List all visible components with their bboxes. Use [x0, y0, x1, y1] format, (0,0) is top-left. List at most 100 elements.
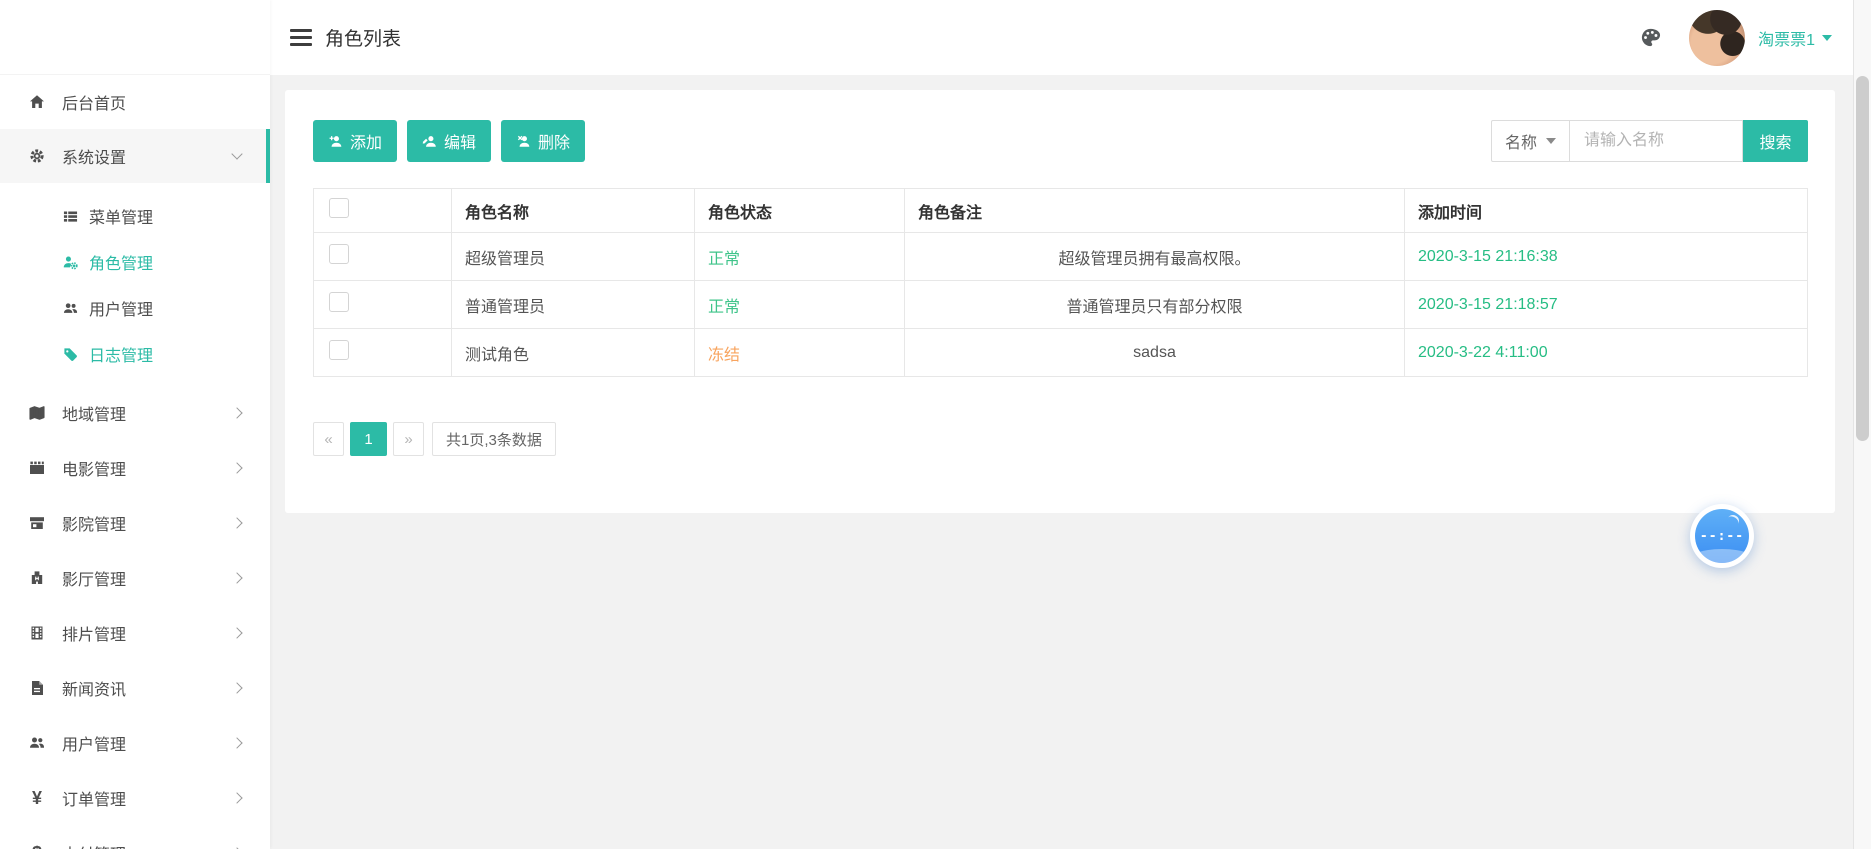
map-icon: [28, 404, 46, 422]
sidebar-item-schedule-mgmt[interactable]: 排片管理: [0, 605, 270, 660]
sidebar-submenu-system: 菜单管理 角色管理 用户管理 日志管理: [0, 183, 270, 385]
page-1-button[interactable]: 1: [350, 422, 387, 456]
sidebar-item-order-mgmt[interactable]: ¥ 订单管理: [0, 770, 270, 825]
sidebar-item-role-mgmt[interactable]: 角色管理: [0, 239, 270, 285]
user-gear-icon: [62, 254, 78, 270]
sidebar-item-news[interactable]: 新闻资讯: [0, 660, 270, 715]
sidebar-item-label: 系统设置: [62, 144, 126, 168]
users-icon: [28, 734, 46, 752]
sidebar-item-region-mgmt[interactable]: 地域管理: [0, 385, 270, 440]
role-name-cell: 超级管理员: [452, 233, 695, 281]
yen-icon: ¥: [28, 789, 46, 807]
caret-down-icon: [1546, 138, 1556, 144]
sidebar-item-cinema-mgmt[interactable]: 影院管理: [0, 495, 270, 550]
role-table: 角色名称 角色状态 角色备注 添加时间 超级管理员 正常 超级管理员拥有最高权限…: [313, 188, 1808, 377]
sidebar-item-user-mgmt-sub[interactable]: 用户管理: [0, 285, 270, 331]
sidebar-item-payment-mgmt[interactable]: $ 支付管理: [0, 825, 270, 849]
list-icon: [62, 208, 78, 224]
sidebar-item-label: 角色管理: [89, 250, 153, 274]
add-button-label: 添加: [350, 129, 382, 153]
sidebar-item-movie-mgmt[interactable]: 电影管理: [0, 440, 270, 495]
document-icon: [28, 679, 46, 697]
sidebar-item-label: 排片管理: [62, 621, 126, 645]
column-header-remark: 角色备注: [905, 189, 1405, 233]
row-checkbox[interactable]: [329, 340, 349, 360]
clock-arc-decoration: [1725, 513, 1742, 530]
storefront-icon: [28, 514, 46, 532]
page-scrollbar: [1853, 0, 1871, 849]
chevron-right-icon: [231, 407, 242, 418]
search-button[interactable]: 搜索: [1743, 120, 1808, 162]
chevron-right-icon: [231, 462, 242, 473]
user-dropdown[interactable]: 淘票票1: [1758, 26, 1832, 50]
menu-toggle-icon[interactable]: [290, 29, 312, 46]
column-header-status: 角色状态: [695, 189, 905, 233]
app-root: 后台首页 系统设置 菜单管理 角色管理: [0, 0, 1871, 849]
theme-palette-icon[interactable]: [1638, 26, 1662, 50]
toolbar: 添加 编辑 删除 名称 搜索: [313, 120, 1808, 162]
filter-field-select[interactable]: 名称: [1491, 120, 1570, 162]
search-input[interactable]: [1570, 120, 1743, 162]
top-header: 角色列表 淘票票1: [270, 0, 1853, 75]
chevron-right-icon: [231, 792, 242, 803]
row-checkbox[interactable]: [329, 244, 349, 264]
column-header-name: 角色名称: [452, 189, 695, 233]
delete-button[interactable]: 删除: [501, 120, 585, 162]
sidebar-item-label: 影院管理: [62, 511, 126, 535]
chevron-right-icon: [231, 627, 242, 638]
sidebar-item-user-mgmt[interactable]: 用户管理: [0, 715, 270, 770]
role-time-cell: 2020-3-15 21:16:38: [1405, 233, 1808, 281]
role-remark-cell: 普通管理员只有部分权限: [905, 281, 1405, 329]
sidebar-item-hall-mgmt[interactable]: 影厅管理: [0, 550, 270, 605]
clapperboard-icon: [28, 459, 46, 477]
role-status-cell: 正常: [695, 233, 905, 281]
sidebar-item-label: 用户管理: [89, 296, 153, 320]
table-header-row: 角色名称 角色状态 角色备注 添加时间: [314, 189, 1808, 233]
chevron-down-icon: [231, 148, 242, 159]
sidebar-item-label: 日志管理: [89, 342, 153, 366]
table-row: 测试角色 冻结 sadsa 2020-3-22 4:11:00: [314, 329, 1808, 377]
page-title: 角色列表: [325, 24, 401, 51]
user-avatar[interactable]: [1689, 10, 1745, 66]
sidebar-item-label: 电影管理: [62, 456, 126, 480]
table-row: 超级管理员 正常 超级管理员拥有最高权限。 2020-3-15 21:16:38: [314, 233, 1808, 281]
edit-button[interactable]: 编辑: [407, 120, 491, 162]
sidebar-item-dashboard[interactable]: 后台首页: [0, 75, 270, 129]
delete-button-label: 删除: [538, 129, 570, 153]
chevron-right-icon: [231, 682, 242, 693]
user-plus-icon: [328, 134, 343, 149]
users-icon: [62, 300, 78, 316]
prev-page-button[interactable]: «: [313, 422, 344, 456]
pagination: « 1 » 共1页,3条数据: [313, 422, 1808, 456]
dollar-icon: $: [28, 844, 46, 849]
gear-icon: [28, 147, 46, 165]
sidebar-item-label: 用户管理: [62, 731, 126, 755]
column-header-time: 添加时间: [1405, 189, 1808, 233]
role-status-cell: 正常: [695, 281, 905, 329]
sidebar-item-label: 新闻资讯: [62, 676, 126, 700]
chevron-right-icon: [231, 517, 242, 528]
floating-clock-widget[interactable]: --:--: [1690, 504, 1754, 568]
pagination-summary: 共1页,3条数据: [432, 422, 556, 456]
sidebar-item-log-mgmt[interactable]: 日志管理: [0, 331, 270, 377]
sidebar-item-system-settings[interactable]: 系统设置: [0, 129, 270, 183]
header-right: 淘票票1: [1638, 10, 1832, 66]
user-pen-icon: [422, 134, 437, 149]
user-x-icon: [516, 134, 531, 149]
filmstrip-icon: [28, 624, 46, 642]
select-all-checkbox[interactable]: [329, 198, 349, 218]
sidebar: 后台首页 系统设置 菜单管理 角色管理: [0, 0, 270, 849]
role-list-card: 添加 编辑 删除 名称 搜索: [285, 90, 1835, 513]
table-row: 普通管理员 正常 普通管理员只有部分权限 2020-3-15 21:18:57: [314, 281, 1808, 329]
row-checkbox[interactable]: [329, 292, 349, 312]
role-time-cell: 2020-3-22 4:11:00: [1405, 329, 1808, 377]
clock-time-label: --:--: [1700, 529, 1744, 544]
sidebar-item-menu-mgmt[interactable]: 菜单管理: [0, 193, 270, 239]
next-page-button[interactable]: »: [393, 422, 424, 456]
tag-icon: [62, 346, 78, 362]
add-button[interactable]: 添加: [313, 120, 397, 162]
filter-field-label: 名称: [1505, 129, 1537, 153]
role-name-cell: 普通管理员: [452, 281, 695, 329]
sidebar-item-label: 支付管理: [62, 841, 126, 849]
scrollbar-thumb[interactable]: [1856, 76, 1869, 441]
